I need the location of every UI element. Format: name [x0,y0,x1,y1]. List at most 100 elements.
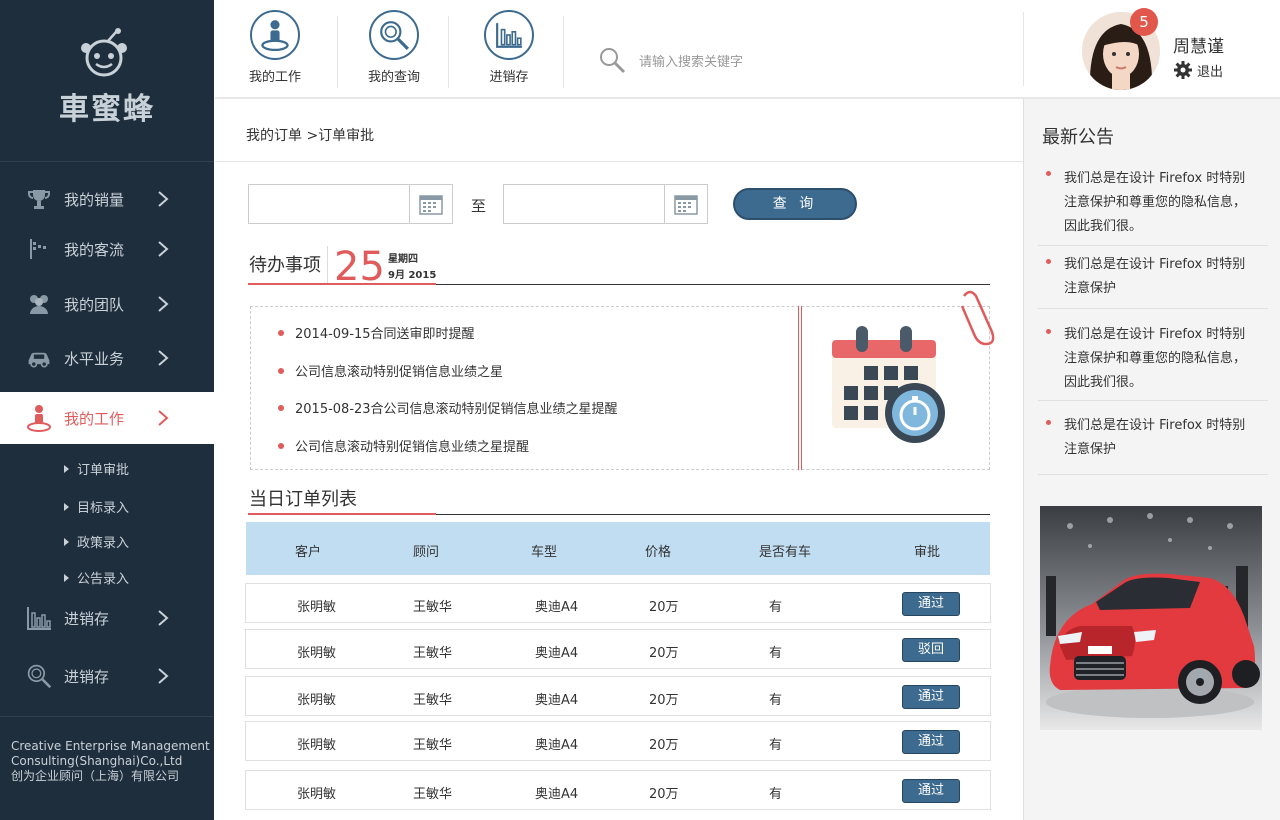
cell-has-car: 有 [769,600,783,615]
notice-panel: 最新公告 我们总是在设计 Firefox 时特别注意保护和尊重您的隐私信息，因此… [1023,99,1280,820]
cell-has-car: 有 [769,738,783,753]
top-button-my-work[interactable]: 我的工作 [225,10,325,90]
notice-item[interactable]: 我们总是在设计 Firefox 时特别注意保护和尊重您的隐私信息，因此我们很。 [1038,321,1268,401]
sub-item-label: 政策录入 [77,536,130,551]
car-icon [26,345,52,371]
breadcrumb: 我的订单 >订单审批 [246,128,375,144]
logo: 車蜜蜂 [0,0,214,162]
cell-customer: 张明敏 [297,787,337,802]
sidebar-item-label: 进销存 [64,667,110,686]
column-header: 顾问 [413,545,440,560]
cell-price: 20万 [649,693,679,708]
sub-item-notice-entry[interactable]: 公告录入 [64,568,129,587]
todo-item-text: 公司信息滚动特别促销信息业绩之星提醒 [295,440,530,455]
sidebar-item-my-work[interactable]: 我的工作 [0,392,214,444]
table-row: 张明敏 王敏华 奥迪A4 20万 有 通过 [245,676,991,716]
approve-button[interactable]: 通过 [902,779,960,803]
bullet-icon [278,329,284,336]
chevron-right-icon [158,410,169,426]
approve-button[interactable]: 通过 [902,685,960,709]
sidebar-item-label: 我的工作 [64,409,125,428]
logout-button[interactable]: 退出 [1173,60,1223,80]
query-button[interactable]: 查 询 [733,188,857,220]
orders-title: 当日订单列表 [249,489,357,510]
top-button-inventory[interactable]: 进销存 [459,10,559,90]
start-date-input[interactable] [248,184,453,224]
sub-item-order-approval[interactable]: 订单审批 [64,459,129,478]
todo-item[interactable]: 公司信息滚动特别促销信息业绩之星提醒 [278,436,529,455]
notice-text: 我们总是在设计 Firefox 时特别注意保护和尊重您的隐私信息，因此我们很。 [1064,171,1247,234]
sub-item-label: 订单审批 [77,463,130,478]
todo-item[interactable]: 2014-09-15合同送审即时提醒 [278,323,475,342]
todo-month: 9月 2015 [388,270,437,281]
table-row: 张明敏 王敏华 奥迪A4 20万 有 驳回 [245,629,991,669]
sidebar-item-business[interactable]: 水平业务 [0,332,214,384]
todo-item[interactable]: 2015-08-23合公司信息滚动特别促销信息业绩之星提醒 [278,398,618,417]
sub-item-target-entry[interactable]: 目标录入 [64,497,129,516]
chevron-right-icon [158,668,169,684]
sidebar-item-team[interactable]: 我的团队 [0,278,214,330]
cell-model: 奥迪A4 [535,787,579,802]
car-image [1040,506,1262,730]
footer-line: Creative Enterprise Management [11,739,210,753]
cell-model: 奥迪A4 [535,693,579,708]
bullet-icon [1046,420,1051,425]
bullet-icon [1046,329,1051,334]
sidebar-item-inventory[interactable]: 进销存 [0,592,214,644]
cell-customer: 张明敏 [297,646,337,661]
chevron-right-icon [158,610,169,626]
notice-item[interactable]: 我们总是在设计 Firefox 时特别注意保护 [1038,251,1268,309]
approve-button[interactable]: 通过 [902,730,960,754]
sub-item-policy-entry[interactable]: 政策录入 [64,532,129,551]
reject-button[interactable]: 驳回 [902,638,960,662]
column-header: 车型 [531,545,558,560]
divider [337,16,338,88]
todo-item[interactable]: 公司信息滚动特别促销信息业绩之星 [278,361,503,380]
sidebar-item-label: 我的客流 [64,240,125,259]
calendar-icon[interactable] [409,185,452,223]
end-date-input[interactable] [503,184,708,224]
table-header: 客户 顾问 车型 价格 是否有车 审批 [246,522,990,575]
notice-title: 最新公告 [1042,127,1114,148]
section-accent [248,513,436,515]
top-button-my-query[interactable]: 我的查询 [344,10,444,90]
sidebar-item-label: 我的销量 [64,190,125,209]
notice-text: 我们总是在设计 Firefox 时特别注意保护和尊重您的隐私信息，因此我们很。 [1064,327,1247,390]
brand-name: 車蜜蜂 [59,92,155,127]
top-button-label: 进销存 [489,70,529,85]
sidebar-item-inventory-query[interactable]: 进销存 [0,650,214,702]
bullet-icon [1046,171,1051,176]
to-label: 至 [471,197,487,215]
cell-customer: 张明敏 [297,600,337,615]
cell-price: 20万 [649,646,679,661]
approve-button[interactable]: 通过 [902,592,960,616]
notice-item[interactable]: 我们总是在设计 Firefox 时特别注意保护 [1038,412,1268,475]
sidebar-item-traffic[interactable]: 我的客流 [0,223,214,275]
sidebar-item-label: 进销存 [64,609,110,628]
notice-item[interactable]: 我们总是在设计 Firefox 时特别注意保护和尊重您的隐私信息，因此我们很。 [1038,163,1268,246]
divider [448,16,449,88]
user-name: 周慧谨 [1173,37,1224,57]
chevron-right-icon [158,296,169,312]
calendar-icon[interactable] [664,185,707,223]
cell-has-car: 有 [769,646,783,661]
cell-customer: 张明敏 [297,738,337,753]
cell-has-car: 有 [769,787,783,802]
chevron-right-icon [158,191,169,207]
todo-item-text: 2014-09-15合同送审即时提醒 [295,327,475,342]
caret-right-icon [64,464,69,473]
sub-item-label: 目标录入 [77,501,130,516]
top-button-label: 我的工作 [248,70,301,85]
notification-badge: 5 [1130,8,1158,36]
sidebar-item-sales[interactable]: 我的销量 [0,173,214,225]
cell-advisor: 王敏华 [413,787,453,802]
divider [327,246,328,284]
company-footer: Creative Enterprise Management Consultin… [0,716,214,820]
cell-model: 奥迪A4 [535,600,579,615]
top-button-label: 我的查询 [367,70,420,85]
footer-line: Consulting(Shanghai)Co.,Ltd [11,754,183,768]
calendar-clock-icon [832,326,945,443]
bullet-icon [278,404,284,411]
caret-right-icon [64,537,69,546]
search-input[interactable]: 请输入搜索关键字 [597,42,897,78]
